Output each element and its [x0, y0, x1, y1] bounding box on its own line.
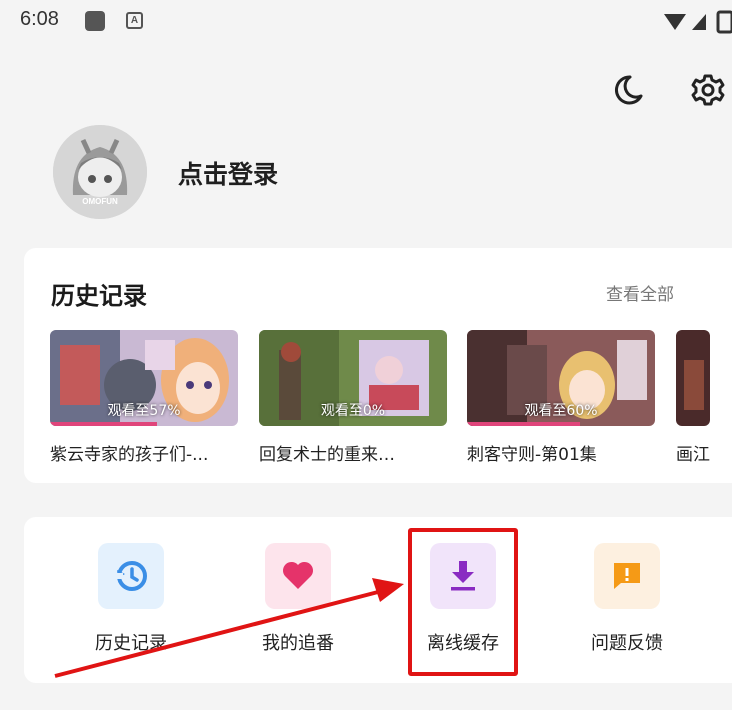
feedback-icon: [594, 543, 660, 609]
history-thumb-4[interactable]: [676, 330, 710, 426]
notification-a-icon: A: [126, 12, 143, 29]
moon-icon[interactable]: [610, 72, 646, 108]
history-thumb-3[interactable]: 观看至60%: [467, 330, 655, 426]
my-follows-button[interactable]: 我的追番: [233, 543, 363, 663]
view-all-link[interactable]: 查看全部: [606, 280, 674, 305]
history-title: 历史记录: [51, 282, 147, 310]
history-item-title[interactable]: 紫云寺家的孩子们-...: [50, 440, 238, 465]
status-time: 6:08: [20, 8, 59, 30]
progress-bar: [467, 422, 580, 426]
function-card: 历史记录 我的追番 离线缓存 问题反馈: [24, 517, 732, 683]
status-bar: 6:08 A: [0, 0, 732, 44]
function-label: 历史记录: [95, 633, 167, 654]
progress-bar: [50, 422, 158, 426]
function-label: 问题反馈: [591, 633, 663, 654]
history-item-title[interactable]: 画江: [676, 440, 716, 465]
highlight-box: [408, 528, 518, 676]
progress-label: 观看至57%: [107, 403, 181, 419]
history-thumb-1[interactable]: 观看至57%: [50, 330, 238, 426]
gear-icon[interactable]: [690, 72, 726, 108]
avatar-caption: OMOFUN: [82, 197, 118, 206]
history-item-title[interactable]: 刺客守则-第01集: [467, 440, 655, 465]
avatar[interactable]: OMOFUN: [53, 125, 147, 219]
history-thumb-2[interactable]: 观看至0%: [259, 330, 447, 426]
progress-label: 观看至60%: [524, 403, 598, 419]
notification-icon: [85, 11, 105, 31]
progress-label: 观看至0%: [320, 403, 386, 419]
function-label: 我的追番: [262, 633, 334, 654]
login-button[interactable]: 点击登录: [178, 155, 278, 191]
history-function-button[interactable]: 历史记录: [66, 543, 196, 663]
history-item-title[interactable]: 回复术士的重来…: [259, 440, 447, 465]
history-card: 历史记录 查看全部 观看至57% 紫云寺家的孩子们-... 观看至0% 回复术士…: [24, 248, 732, 483]
heart-icon: [265, 543, 331, 609]
history-icon: [98, 543, 164, 609]
thumbnail-image: [676, 330, 710, 426]
signal-icon: [664, 10, 732, 34]
feedback-button[interactable]: 问题反馈: [562, 543, 692, 663]
